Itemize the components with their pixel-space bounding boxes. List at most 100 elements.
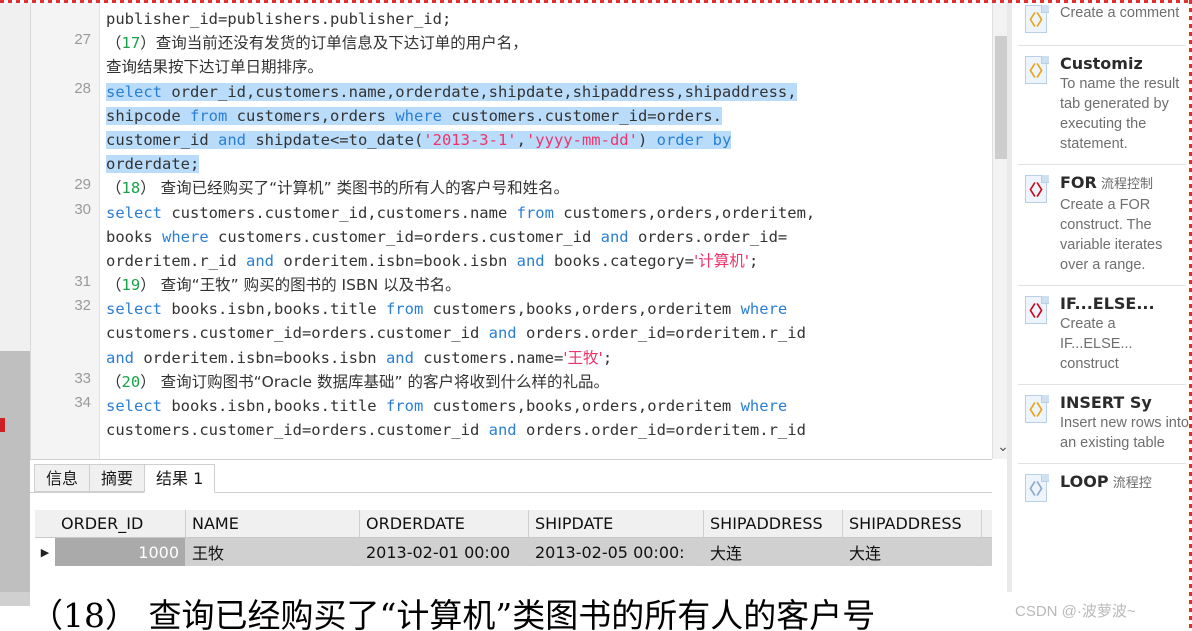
column-header[interactable]: ORDERDATE (360, 510, 529, 537)
code-line: （20） 查询订购图书“Oracle 数据库基础” 的客户将收到什么样的礼品。 (106, 370, 993, 394)
table-cell[interactable]: 2013-02-05 00:00: (529, 538, 704, 566)
code-snippet-icon: 〈〉 (1021, 5, 1052, 35)
sidebar-item-title: LOOP 流程控 (1060, 472, 1152, 491)
code-token: and (217, 130, 246, 149)
code-token: 'yyyy-mm-dd' (525, 130, 638, 149)
sidebar-item-description: Create a IF...ELSE... construct (1060, 316, 1133, 372)
code-token: books.category= (544, 251, 694, 270)
sidebar-item-text: INSERT Sy Insert new rows into an existin… (1060, 393, 1192, 453)
code-token: 19 (121, 276, 141, 295)
results-tab-3[interactable]: 结果 1 (144, 464, 216, 493)
code-line: and orderitem.isbn=books.isbn and custom… (106, 346, 993, 370)
code-token: order by (656, 130, 732, 149)
sidebar-item-if-else-[interactable]: 〈〉 IF...ELSE... Create a IF...ELSE... cons… (1012, 286, 1192, 384)
sidebar-item-loop[interactable]: 〈〉 LOOP 流程控 (1012, 464, 1192, 514)
code-line: customers.customer_id=orders.customer_id… (106, 321, 993, 345)
table-cell[interactable]: 王牧 (186, 538, 360, 566)
code-token: publisher_id=publishers.publisher_id; (106, 10, 452, 28)
code-snippet-icon: 〈〉 (1021, 56, 1052, 86)
code-line: publisher_id=publishers.publisher_id; (106, 7, 993, 31)
code-line: customer_id and shipdate<=to_date('2013-… (106, 128, 993, 152)
line-number: 33 (74, 370, 91, 387)
column-header[interactable]: SHIPADDRESS (843, 510, 982, 537)
table-cell[interactable]: 大连 (704, 538, 843, 566)
column-header[interactable]: SHIPDATE (529, 510, 704, 537)
results-tab-strip: 信息 摘要 结果 1 (30, 464, 992, 493)
selection-border-top (0, 0, 1192, 3)
code-token: where (740, 300, 788, 319)
code-line: （18） 查询已经购买了“计算机” 类图书的所有人的客户号和姓名。 (106, 176, 993, 200)
code-token: customers.customer_id=orders.customer_id (106, 324, 489, 343)
code-token: （ (106, 34, 122, 53)
sidebar-item-description: Create a FOR construct. The variable ite… (1060, 197, 1163, 273)
sidebar-item-title-zh: 流程控制 (1096, 177, 1153, 192)
code-token: and (600, 227, 629, 246)
line-number: 31 (74, 273, 91, 291)
code-token: orders.order_id=orderitem.r_id (516, 324, 806, 343)
code-token: , (516, 130, 526, 149)
code-token: customers.name= (413, 348, 564, 367)
code-token: '王牧' (563, 348, 603, 367)
code-token: select (106, 203, 162, 222)
table-row[interactable]: ▶ 1000 王牧 2013-02-01 00:00 2013-02-05 00:00:… (35, 538, 992, 566)
table-cell[interactable]: 2013-02-01 00:00 (360, 538, 529, 566)
code-token: customers.customer_id,customers.name (162, 203, 517, 222)
sql-editor[interactable]: 27 28 29 30 31 32 33 34 publisher_id=publishers… (30, 3, 993, 459)
table-cell[interactable]: 1000 (55, 538, 186, 566)
left-rail-lower (0, 351, 30, 595)
sidebar-item-text: FOR 流程控制 Create a FOR construct. The vari… (1060, 173, 1192, 275)
sidebar-item-customiz[interactable]: 〈〉 Customiz To name the result tab generat… (1012, 46, 1192, 164)
code-token: orderitem.isbn=book.isbn (273, 251, 517, 270)
column-header[interactable]: ORDER_ID (55, 510, 186, 537)
code-token: ; (748, 251, 759, 270)
code-line: select books.isbn,books.title from custo… (106, 394, 993, 418)
results-tab-1[interactable]: 信息 (34, 464, 91, 492)
code-snippet-icon: 〈〉 (1021, 175, 1052, 205)
sidebar-item-title-zh: 流程控 (1108, 476, 1152, 491)
code-token: books.isbn,books.title (162, 397, 386, 415)
code-line: orderdate; (106, 152, 993, 176)
sql-window: 27 28 29 30 31 32 33 34 publisher_id=publishers… (0, 3, 1192, 631)
code-assistant-sidebar[interactable]: 〈〉 Create a comment 〈〉 Customiz To name the … (1012, 3, 1192, 631)
code-token: from (385, 397, 424, 415)
code-line: books where customers.customer_id=orders… (106, 225, 993, 249)
table-cell[interactable]: 大连 (843, 538, 982, 566)
code-line: （19） 查询“王牧” 购买的图书的 ISBN 以及书名。 (106, 273, 993, 297)
results-grid[interactable]: ORDER_ID NAME ORDERDATE SHIPDATE SHIPADDRESS… (35, 510, 992, 566)
code-snippet-icon: 〈〉 (1021, 296, 1052, 326)
code-token: ) (637, 130, 657, 149)
code-token: shipcode (106, 106, 190, 125)
code-token: select (106, 397, 162, 415)
code-token: from (190, 106, 228, 125)
code-token: （ (106, 276, 122, 295)
code-line: （17）查询当前还没有发货的订单信息及下达订单的用户名， (106, 31, 993, 55)
sidebar-item-text: Customiz To name the result tab generated… (1060, 54, 1192, 154)
sidebar-item-for[interactable]: 〈〉 FOR 流程控制 Create a FOR construct. The va… (1012, 165, 1192, 285)
code-token: '计算机' (693, 251, 749, 270)
line-number: 27 (74, 31, 91, 49)
code-token: 查询结果按下达订单日期排序。 (106, 58, 324, 77)
sidebar-item-description: To name the result tab generated by exec… (1060, 76, 1180, 152)
code-token: customers,books,orders,orderitem (423, 300, 741, 319)
code-token: 18 (121, 179, 141, 198)
results-tab-2[interactable]: 摘要 (89, 464, 146, 492)
results-panel: 信息 摘要 结果 1 ORDER_ID NAME ORDERDATE SHIPDATE SH… (30, 459, 992, 596)
sql-code-area[interactable]: publisher_id=publishers.publisher_id; （17… (100, 3, 993, 459)
code-token: orderdate; (106, 155, 200, 174)
code-token: customers.customer_id=orders.customer_id (208, 227, 601, 246)
code-token: books.isbn,books.title (162, 300, 386, 319)
sidebar-item-insert-sy[interactable]: 〈〉 INSERT Sy Insert new rows into an exist… (1012, 385, 1192, 463)
table-header-row: ORDER_ID NAME ORDERDATE SHIPDATE SHIPADDRESS… (35, 510, 992, 538)
sidebar-item-comment[interactable]: 〈〉 Create a comment (1012, 3, 1192, 45)
watermark: CSDN @·波萝波~ (1015, 603, 1136, 620)
column-header[interactable]: NAME (186, 510, 360, 537)
line-number-gutter: 27 28 29 30 31 32 33 34 (31, 3, 100, 459)
code-line: select books.isbn,books.title from custo… (106, 297, 993, 321)
column-header[interactable]: SHIPADDRESS (704, 510, 843, 537)
code-token: and (245, 251, 274, 270)
code-token: books (106, 227, 162, 246)
code-line: orderitem.r_id and orderitem.isbn=book.i… (106, 249, 993, 273)
line-number: 29 (74, 176, 91, 194)
code-token: select (106, 82, 162, 101)
row-marker-icon: ▶ (35, 538, 55, 566)
